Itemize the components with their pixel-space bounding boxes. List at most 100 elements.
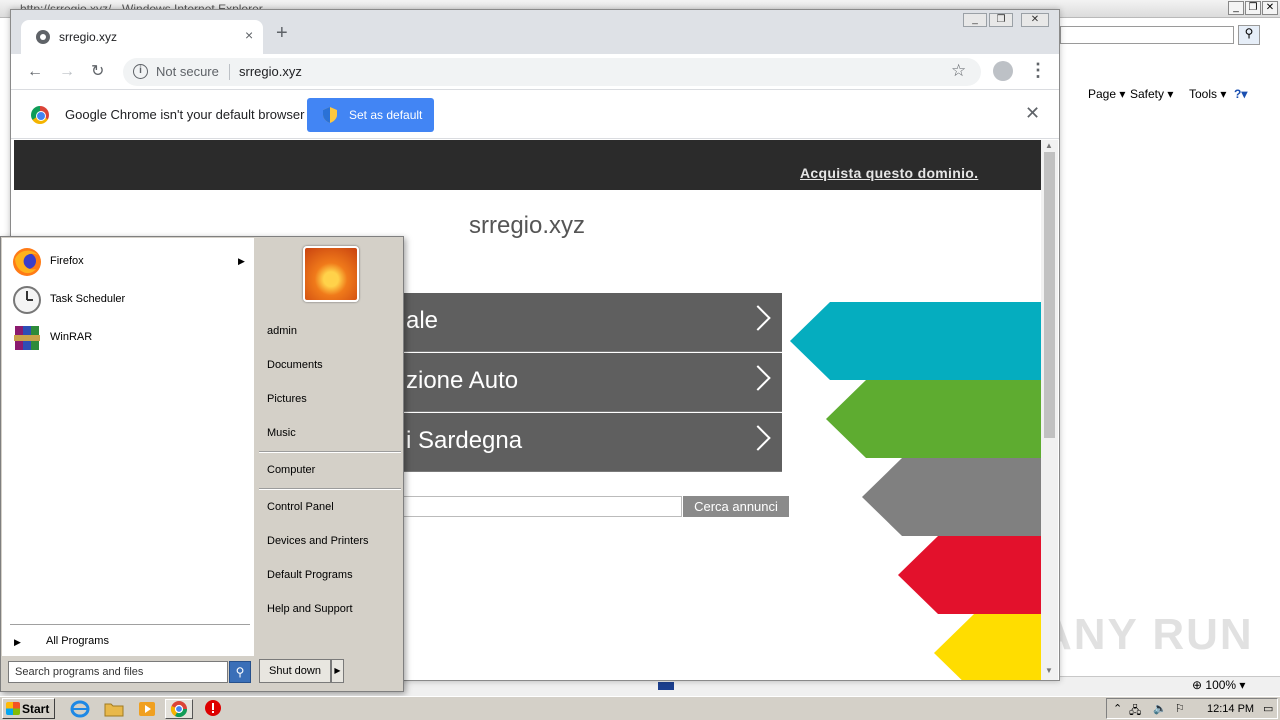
tab-title: srregio.xyz [59,30,118,44]
start-menu-places-pane: admin Documents Pictures Music Computer … [255,238,403,656]
winrar-icon [14,326,40,350]
ie-tools-menu[interactable]: Tools ▾ [1189,87,1226,101]
page-header: Acquista questo dominio. [14,140,1041,190]
shutdown-options-arrow-icon[interactable]: ▶ [331,659,344,683]
show-hidden-icons-icon[interactable]: ⌃ [1113,702,1122,715]
ie-page-menu[interactable]: Page ▾ [1088,87,1125,101]
menu-item-label: zione Auto [406,367,519,394]
user-avatar[interactable] [303,246,359,302]
ie-safety-menu[interactable]: Safety ▾ [1130,87,1173,101]
arrow-right-icon: ▶ [14,637,21,647]
infobar-close-icon[interactable]: ✕ [1025,103,1040,124]
all-programs-button[interactable]: ▶ All Programs [10,634,250,654]
taskbar-explorer-icon[interactable] [100,699,128,719]
ie-restore-button[interactable]: ❐ [1245,1,1261,15]
ie-zoom-level[interactable]: ⊕ 100% ▾ [1192,678,1245,692]
green-arrow-graphic [826,380,1041,458]
program-label: WinRAR [50,331,93,343]
program-firefox[interactable]: Firefox ▶ [10,244,250,280]
info-icon[interactable]: i [133,64,148,79]
ie-help-icon[interactable]: ?▾ [1234,87,1247,101]
place-devices-printers[interactable]: Devices and Printers [267,535,369,547]
globe-icon [36,30,50,44]
omnibox-divider [229,64,230,80]
all-programs-label: All Programs [46,635,109,647]
place-documents[interactable]: Documents [267,359,323,371]
buy-domain-link[interactable]: Acquista questo dominio. [800,165,978,181]
volume-icon[interactable]: 🔈 [1153,702,1167,715]
show-desktop-icon[interactable]: ▭ [1263,702,1273,715]
submenu-arrow-icon: ▶ [238,256,245,266]
search-listings-button[interactable]: Cerca annunci [683,496,789,517]
chevron-right-icon [745,365,771,391]
shield-icon [323,107,337,123]
set-as-default-button[interactable]: Set as default [307,98,434,132]
close-window-button[interactable]: ✕ [1021,13,1049,27]
place-music[interactable]: Music [267,427,296,439]
place-admin[interactable]: admin [267,325,297,337]
taskbar-media-player-icon[interactable] [133,699,161,719]
address-bar[interactable]: i Not secure srregio.xyz ☆ [123,58,981,86]
search-icon[interactable]: ⚲ [229,661,251,683]
back-icon[interactable]: ← [27,62,43,82]
page-scrollbar[interactable]: ▲ ▼ [1041,140,1058,680]
ie-close-button[interactable]: ✕ [1262,1,1278,15]
new-tab-button[interactable]: + [276,23,288,43]
start-menu: Firefox ▶ Task Scheduler WinRAR ▶ All Pr… [0,236,404,692]
ie-minimize-button[interactable]: _ [1228,1,1244,15]
shutdown-button[interactable]: Shut down [259,659,331,683]
clock-icon [13,286,41,314]
taskbar-stop-icon[interactable] [200,699,228,719]
start-search-input[interactable]: Search programs and files [8,661,228,683]
ie-search-icon[interactable]: ⚲ [1238,25,1260,45]
teal-arrow-graphic [790,302,1041,380]
chevron-right-icon [745,425,771,451]
profile-avatar-icon[interactable] [993,61,1013,81]
ie-icon [70,700,90,718]
browser-tab[interactable]: srregio.xyz × [21,20,263,54]
ie-content-area [1060,106,1280,676]
bookmark-star-icon[interactable]: ☆ [951,61,966,81]
clock[interactable]: 12:14 PM [1207,703,1254,715]
program-task-scheduler[interactable]: Task Scheduler [10,282,250,318]
taskbar-ie-icon[interactable] [66,699,94,719]
place-computer[interactable]: Computer [267,464,315,476]
scroll-up-icon[interactable]: ▲ [1045,141,1053,150]
taskbar-chrome-icon[interactable] [165,699,193,719]
start-menu-programs-pane: Firefox ▶ Task Scheduler WinRAR ▶ All Pr… [2,238,254,656]
folder-icon [104,703,124,717]
place-help-support[interactable]: Help and Support [267,603,353,615]
minimize-button[interactable]: _ [963,13,987,27]
ie-search-field[interactable] [1060,26,1234,44]
program-label: Firefox [50,255,84,267]
set-as-default-label: Set as default [349,108,423,122]
listing-search-input[interactable] [394,496,682,517]
kebab-menu-icon[interactable]: ⋮ [1029,60,1047,81]
watermark-logo: ANY RUN [1040,610,1254,659]
start-button[interactable]: Start [2,698,55,719]
place-default-programs[interactable]: Default Programs [267,569,353,581]
infobar-message: Google Chrome isn't your default browser [65,107,305,122]
security-status[interactable]: Not secure [156,64,219,79]
place-pictures[interactable]: Pictures [267,393,307,405]
ie-progress-indicator [658,682,674,690]
forward-icon[interactable]: → [59,62,75,82]
restore-button[interactable]: ❐ [989,13,1013,27]
scroll-down-icon[interactable]: ▼ [1045,666,1053,675]
stop-icon [205,700,221,716]
reload-icon[interactable]: ↻ [91,62,104,82]
action-center-flag-icon[interactable]: ⚐ [1175,702,1185,715]
default-browser-infobar: Google Chrome isn't your default browser… [11,91,1059,139]
place-control-panel[interactable]: Control Panel [267,501,334,513]
program-winrar[interactable]: WinRAR [10,320,250,356]
taskbar: Start ⌃ 🖧 🔈 ⚐ 12:14 PM ▭ [0,696,1280,720]
url-text[interactable]: srregio.xyz [239,64,302,79]
places-divider [259,451,401,453]
network-icon[interactable]: 🖧 [1129,702,1141,720]
scroll-thumb[interactable] [1044,152,1055,438]
tab-close-icon[interactable]: × [245,27,253,43]
places-divider [259,488,401,490]
red-arrow-graphic [898,536,1041,614]
start-menu-divider [10,624,250,625]
chevron-right-icon [745,305,771,331]
